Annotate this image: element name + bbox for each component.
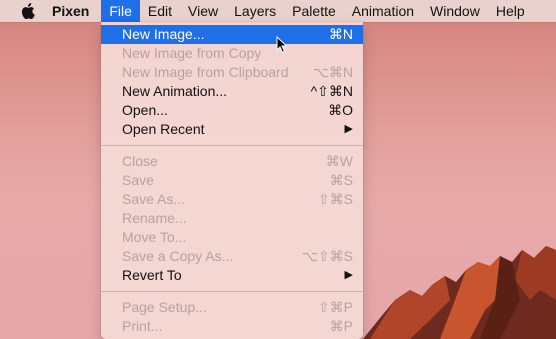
menu-item-label: Save As...: [122, 191, 186, 207]
menu-item-label: Print...: [122, 318, 163, 334]
menu-item-save: Save ⌘S: [101, 171, 363, 190]
menu-window[interactable]: Window: [422, 0, 488, 22]
menu-item-shortcut: ⇧⌘P: [317, 299, 353, 315]
menu-item-label: New Image from Clipboard: [122, 64, 289, 80]
menu-separator: [101, 291, 363, 292]
menu-palette[interactable]: Palette: [284, 0, 344, 22]
menu-item-page-setup: Page Setup... ⇧⌘P: [101, 298, 363, 317]
submenu-arrow-icon: ▶: [344, 269, 353, 281]
menu-item-label: Page Setup...: [122, 299, 207, 315]
menu-edit[interactable]: Edit: [140, 0, 180, 22]
menu-item-label: Save a Copy As...: [122, 248, 234, 264]
menu-item-open-recent[interactable]: Open Recent ▶: [101, 120, 363, 139]
menu-item-close: Close ⌘W: [101, 152, 363, 171]
menu-item-shortcut: ⌥⇧⌘S: [301, 248, 353, 264]
menu-item-shortcut: ⌘W: [325, 153, 353, 169]
menu-layers[interactable]: Layers: [226, 0, 284, 22]
menu-item-open[interactable]: Open... ⌘O: [101, 101, 363, 120]
menu-item-shortcut: ⌘O: [328, 102, 353, 118]
menu-help[interactable]: Help: [488, 0, 533, 22]
menu-item-save-as: Save As... ⇧⌘S: [101, 190, 363, 209]
menu-item-label: Save: [122, 172, 154, 188]
menu-item-print: Print... ⌘P: [101, 317, 363, 336]
menu-item-move-to: Move To...: [101, 228, 363, 247]
menu-item-label: New Image from Copy: [122, 45, 262, 61]
menu-animation[interactable]: Animation: [344, 0, 422, 22]
menu-item-save-a-copy-as: Save a Copy As... ⌥⇧⌘S: [101, 247, 363, 266]
menu-item-label: Open...: [122, 102, 168, 118]
menu-item-label: Revert To: [122, 267, 182, 283]
menu-item-label: Rename...: [122, 210, 187, 226]
menu-separator: [101, 145, 363, 146]
menu-bar: Pixen File Edit View Layers Palette Anim…: [0, 0, 556, 22]
menu-item-rename: Rename...: [101, 209, 363, 228]
arrow-cursor-icon: [276, 36, 288, 54]
menu-item-label: New Animation...: [122, 83, 228, 99]
menu-item-new-image-from-copy: New Image from Copy: [101, 44, 363, 63]
menu-app-name[interactable]: Pixen: [52, 0, 101, 22]
menu-item-shortcut: ⌘P: [329, 318, 353, 334]
menu-file[interactable]: File: [101, 0, 140, 22]
menu-item-shortcut: ⌘N: [328, 26, 353, 42]
menu-item-revert-to[interactable]: Revert To ▶: [101, 266, 363, 285]
menu-view[interactable]: View: [180, 0, 226, 22]
menu-item-new-animation[interactable]: New Animation... ^⇧⌘N: [101, 82, 363, 101]
menu-item-shortcut: ⌥⌘N: [312, 64, 353, 80]
menu-item-label: Move To...: [122, 229, 187, 245]
menu-item-new-image[interactable]: New Image... ⌘N: [101, 25, 363, 44]
menu-item-label: Open Recent: [122, 121, 205, 137]
menu-item-label: Close: [122, 153, 158, 169]
menu-item-shortcut: ^⇧⌘N: [310, 83, 353, 99]
file-menu-dropdown: New Image... ⌘N New Image from Copy New …: [101, 22, 363, 339]
apple-logo-icon[interactable]: [20, 3, 36, 19]
menu-item-label: New Image...: [122, 26, 205, 42]
menu-item-new-image-from-clipboard: New Image from Clipboard ⌥⌘N: [101, 63, 363, 82]
menu-item-shortcut: ⌘S: [329, 172, 353, 188]
submenu-arrow-icon: ▶: [344, 123, 353, 135]
menu-item-shortcut: ⇧⌘S: [317, 191, 353, 207]
